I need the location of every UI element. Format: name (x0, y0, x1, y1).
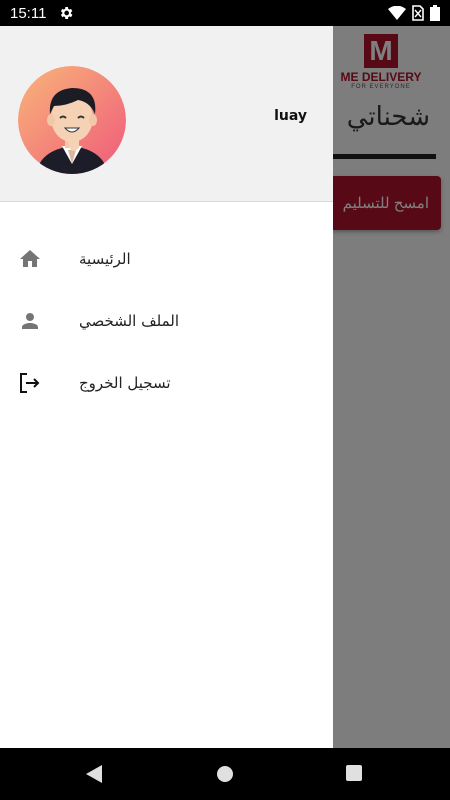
person-icon (22, 313, 38, 329)
home-icon (20, 250, 40, 267)
wifi-icon (388, 6, 406, 20)
settings-icon (61, 7, 73, 19)
avatar-image (18, 66, 126, 174)
drawer-item-home[interactable]: الرئيسية (0, 228, 333, 290)
avatar (18, 66, 126, 174)
drawer-item-logout[interactable]: تسجيل الخروج (0, 352, 333, 414)
status-bar: 15:11 (0, 0, 450, 26)
no-sim-icon (412, 5, 424, 21)
drawer-header: luay (0, 26, 333, 202)
navigation-drawer: luay الرئيسية الملف الشخصي تسجيل الخروج (0, 26, 333, 748)
battery-icon (430, 5, 440, 21)
drawer-item-profile[interactable]: الملف الشخصي (0, 290, 333, 352)
system-nav-bar (0, 748, 450, 800)
recents-icon[interactable] (346, 765, 362, 781)
status-time: 15:11 (10, 4, 47, 22)
logout-icon (20, 373, 40, 393)
drawer-item-label: تسجيل الخروج (79, 374, 171, 392)
home-circle-icon[interactable] (216, 765, 234, 783)
back-icon[interactable] (86, 765, 102, 783)
user-name: luay (274, 108, 307, 124)
drawer-item-label: الرئيسية (79, 250, 131, 268)
drawer-menu: الرئيسية الملف الشخصي تسجيل الخروج (0, 202, 333, 414)
drawer-item-label: الملف الشخصي (79, 312, 179, 330)
